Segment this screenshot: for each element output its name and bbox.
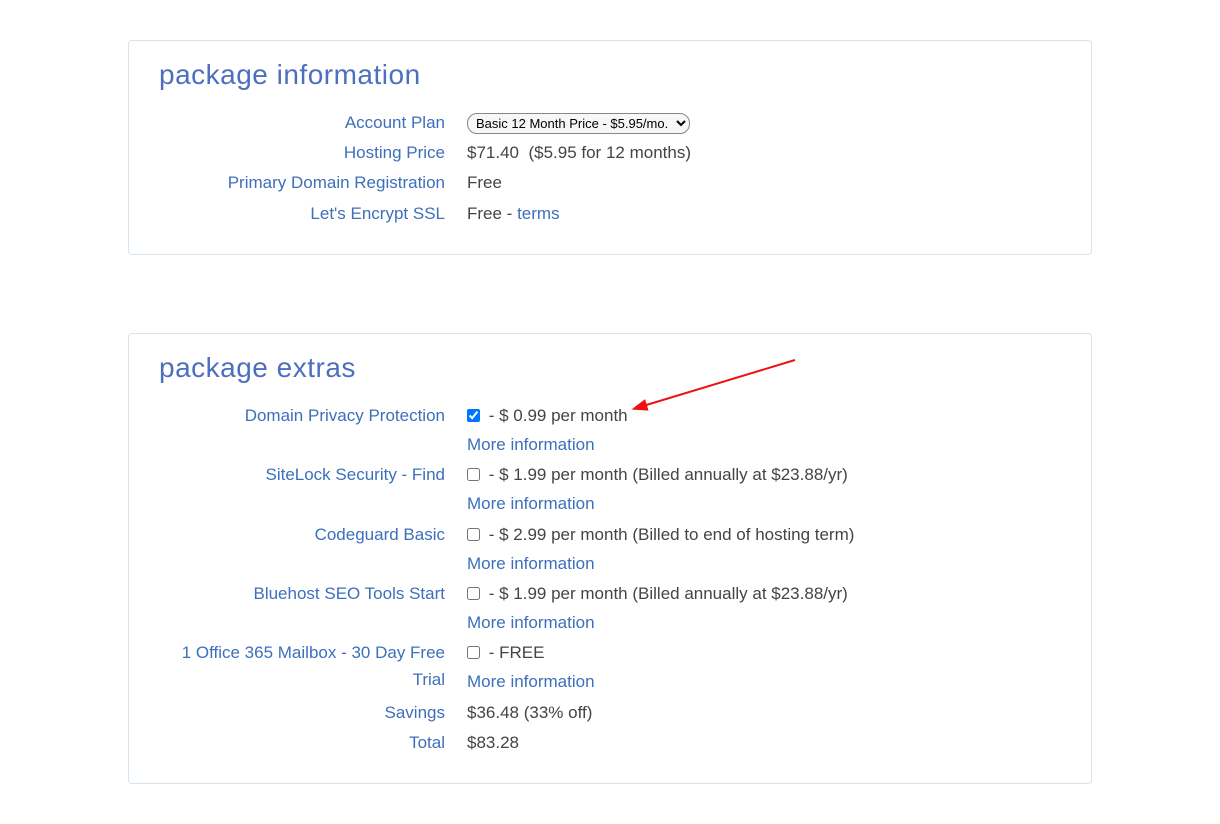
domain-reg-value: Free [467, 169, 1061, 196]
savings-value: $36.48 (33% off) [467, 699, 1061, 726]
package-extras-title: package extras [159, 352, 1061, 384]
o365-price: - FREE [484, 643, 544, 662]
row-sitelock: SiteLock Security - Find - $ 1.99 per mo… [159, 461, 1061, 517]
seo-checkbox[interactable] [467, 587, 480, 600]
privacy-checkbox[interactable] [467, 409, 480, 422]
row-domain-reg: Primary Domain Registration Free [159, 169, 1061, 196]
row-seo: Bluehost SEO Tools Start - $ 1.99 per mo… [159, 580, 1061, 636]
domain-reg-label: Primary Domain Registration [159, 169, 467, 196]
hosting-price-label: Hosting Price [159, 139, 467, 166]
total-label: Total [159, 729, 467, 756]
ssl-label: Let's Encrypt SSL [159, 200, 467, 227]
codeguard-checkbox[interactable] [467, 528, 480, 541]
savings-label: Savings [159, 699, 467, 726]
sitelock-more-info-link[interactable]: More information [467, 490, 1061, 517]
privacy-label: Domain Privacy Protection [159, 402, 467, 429]
row-savings: Savings $36.48 (33% off) [159, 699, 1061, 726]
o365-checkbox[interactable] [467, 646, 480, 659]
o365-more-info-link[interactable]: More information [467, 668, 1061, 695]
row-total: Total $83.28 [159, 729, 1061, 756]
sitelock-checkbox[interactable] [467, 468, 480, 481]
seo-label: Bluehost SEO Tools Start [159, 580, 467, 607]
hosting-price-value: $71.40 [467, 143, 519, 162]
ssl-value: Free - [467, 204, 517, 223]
row-account-plan: Account Plan Basic 12 Month Price - $5.9… [159, 109, 1061, 136]
codeguard-more-info-link[interactable]: More information [467, 550, 1061, 577]
o365-label: 1 Office 365 Mailbox - 30 Day Free Trial [159, 639, 467, 693]
package-extras-panel: package extras Domain Privacy Protection… [128, 333, 1092, 784]
row-hosting-price: Hosting Price $71.40 ($5.95 for 12 month… [159, 139, 1061, 166]
hosting-price-note: ($5.95 for 12 months) [528, 143, 691, 162]
account-plan-select[interactable]: Basic 12 Month Price - $5.95/mo. [467, 113, 690, 134]
total-value: $83.28 [467, 729, 1061, 756]
seo-price: - $ 1.99 per month (Billed annually at $… [484, 584, 848, 603]
row-codeguard: Codeguard Basic - $ 2.99 per month (Bill… [159, 521, 1061, 577]
ssl-terms-link[interactable]: terms [517, 204, 560, 223]
package-information-panel: package information Account Plan Basic 1… [128, 40, 1092, 255]
row-ssl: Let's Encrypt SSL Free - terms [159, 200, 1061, 227]
sitelock-label: SiteLock Security - Find [159, 461, 467, 488]
account-plan-label: Account Plan [159, 109, 467, 136]
codeguard-label: Codeguard Basic [159, 521, 467, 548]
sitelock-price: - $ 1.99 per month (Billed annually at $… [484, 465, 848, 484]
codeguard-price: - $ 2.99 per month (Billed to end of hos… [484, 525, 854, 544]
privacy-more-info-link[interactable]: More information [467, 431, 1061, 458]
seo-more-info-link[interactable]: More information [467, 609, 1061, 636]
row-o365: 1 Office 365 Mailbox - 30 Day Free Trial… [159, 639, 1061, 695]
privacy-price: - $ 0.99 per month [484, 406, 628, 425]
package-information-title: package information [159, 59, 1061, 91]
row-privacy: Domain Privacy Protection - $ 0.99 per m… [159, 402, 1061, 458]
